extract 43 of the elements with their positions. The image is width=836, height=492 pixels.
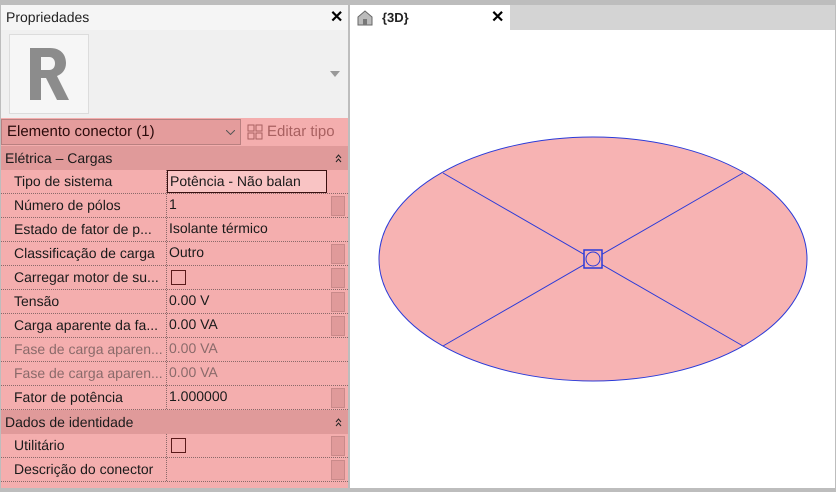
property-value[interactable]: 0.00 VA (167, 314, 331, 337)
view-tab[interactable]: {3D} ✕ (350, 5, 510, 30)
property-value[interactable]: Potência - Não balan (167, 170, 327, 193)
row-button[interactable] (331, 316, 345, 336)
group-header[interactable]: Elétrica – Cargas (1, 146, 348, 170)
property-value[interactable]: 0.00 V (167, 290, 331, 313)
property-label: Fase de carga aparen... (9, 338, 167, 361)
type-selector-value: Elemento conector (1) (7, 122, 155, 142)
row-button[interactable] (331, 460, 345, 480)
property-label: Fase de carga aparen... (9, 362, 167, 385)
tab-label: {3D} (382, 8, 409, 27)
property-value[interactable]: Outro (167, 242, 331, 265)
property-value[interactable]: 1.000000 (167, 386, 331, 409)
property-label: Número de pólos (9, 194, 167, 217)
property-value[interactable]: Isolante térmico (167, 218, 345, 241)
group-title: Dados de identidade (5, 412, 134, 432)
property-label: Descrição do conector (9, 458, 167, 481)
close-button[interactable]: ✕ (491, 10, 504, 26)
dropdown-arrow-icon (330, 71, 340, 77)
property-label: Tensão (9, 290, 167, 313)
row-button[interactable] (331, 292, 345, 312)
property-value[interactable]: 1 (167, 194, 331, 217)
group-title: Elétrica – Cargas (5, 148, 112, 168)
chevron-down-icon (226, 130, 235, 134)
row-button[interactable] (331, 196, 345, 216)
property-label: Carregar motor de su... (9, 266, 167, 289)
checkbox[interactable] (171, 270, 186, 285)
property-label: Estado de fator de p... (9, 218, 167, 241)
checkbox[interactable] (171, 438, 186, 453)
row-button[interactable] (331, 244, 345, 264)
close-button[interactable]: ✕ (330, 10, 343, 26)
property-label: Utilitário (9, 434, 167, 457)
type-selector[interactable]: Elemento conector (1) (1, 119, 241, 145)
property-label: Classificação de carga (9, 242, 167, 265)
row-button[interactable] (331, 268, 345, 288)
group-header[interactable]: Dados de identidade (1, 410, 348, 434)
property-label: Fator de potência (9, 386, 167, 409)
property-label: Carga aparente da fa... (9, 314, 167, 337)
edit-type-icon (247, 124, 263, 140)
house-icon (356, 10, 374, 26)
row-button[interactable] (331, 388, 345, 408)
row-button[interactable] (331, 436, 345, 456)
panel-title: Propriedades (6, 8, 90, 27)
